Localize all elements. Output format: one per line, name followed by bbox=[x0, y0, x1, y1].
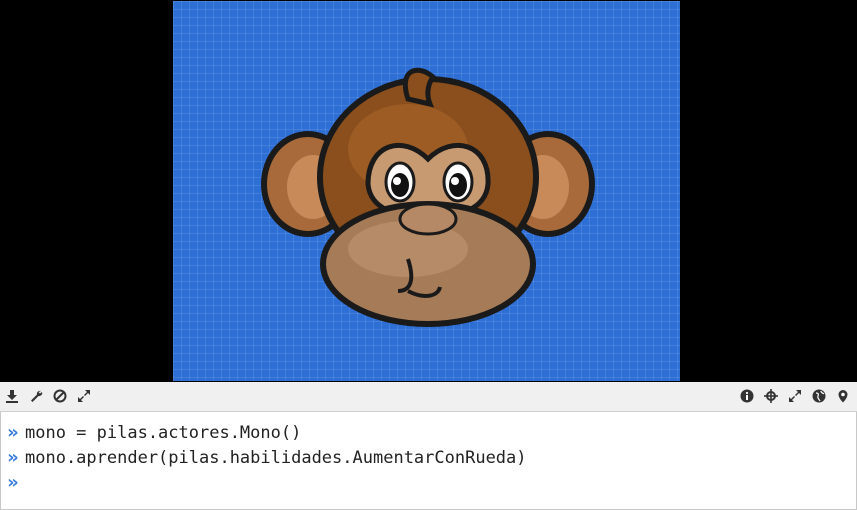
crosshair-icon[interactable] bbox=[763, 388, 779, 404]
toolbar bbox=[0, 382, 857, 412]
info-icon[interactable] bbox=[739, 388, 755, 404]
stage-area bbox=[0, 0, 857, 382]
console-line: » mono = pilas.actores.Mono() bbox=[1, 420, 856, 445]
toolbar-right bbox=[739, 388, 851, 404]
expand-icon[interactable] bbox=[787, 388, 803, 404]
console-code: mono = pilas.actores.Mono() bbox=[25, 422, 302, 443]
globe-icon[interactable] bbox=[811, 388, 827, 404]
wrench-icon[interactable] bbox=[28, 388, 44, 404]
toolbar-left bbox=[4, 388, 92, 404]
prompt-symbol: » bbox=[7, 447, 19, 468]
block-icon[interactable] bbox=[52, 388, 68, 404]
prompt-symbol: » bbox=[7, 422, 19, 443]
console-code: mono.aprender(pilas.habilidades.Aumentar… bbox=[25, 447, 527, 468]
interactive-console[interactable]: » mono = pilas.actores.Mono() » mono.apr… bbox=[0, 412, 857, 510]
console-input-line[interactable]: » bbox=[1, 470, 856, 495]
monkey-actor[interactable] bbox=[258, 59, 598, 329]
location-pin-icon[interactable] bbox=[835, 388, 851, 404]
expand-icon[interactable] bbox=[76, 388, 92, 404]
console-line: » mono.aprender(pilas.habilidades.Aument… bbox=[1, 445, 856, 470]
download-icon[interactable] bbox=[4, 388, 20, 404]
prompt-symbol: » bbox=[7, 472, 19, 493]
game-canvas[interactable] bbox=[173, 1, 680, 381]
